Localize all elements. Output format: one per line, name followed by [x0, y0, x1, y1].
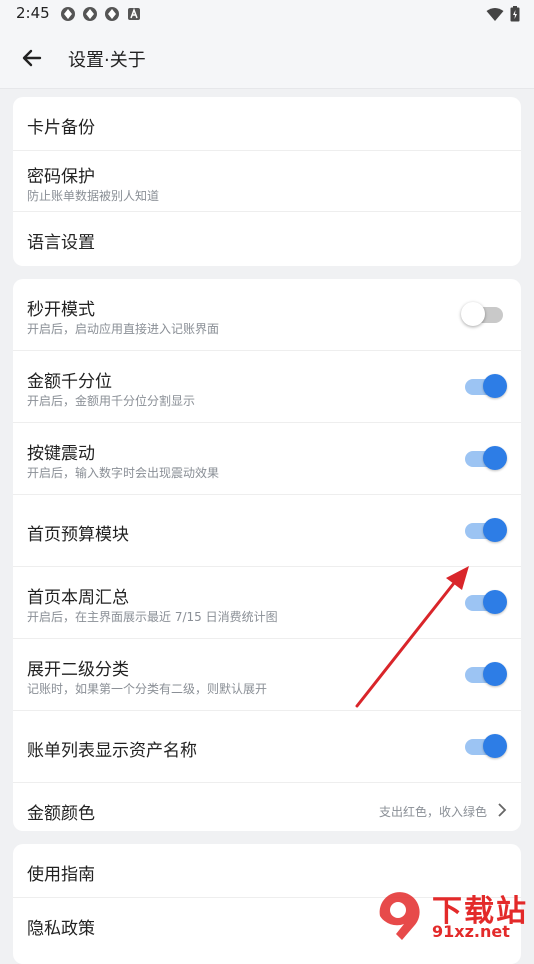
amount-color-value: 支出红色，收入绿色 — [378, 805, 487, 819]
app-notification-icon — [83, 7, 97, 21]
settings-card-general: 卡片备份 密码保护 防止账单数据被别人知道 语言设置 — [13, 97, 521, 266]
password-protection-row[interactable]: 密码保护 防止账单数据被别人知道 — [13, 151, 521, 212]
card-backup-row[interactable]: 卡片备份 — [13, 97, 521, 151]
toggle-knob — [483, 590, 507, 614]
row-subtitle: 开启后，输入数字时会出现震动效果 — [27, 466, 220, 480]
status-right — [486, 6, 520, 22]
settings-card-preferences: 秒开模式 开启后，启动应用直接进入记账界面 金额千分位 开启后，金额用千分位分割… — [13, 279, 521, 831]
toggle-knob — [483, 446, 507, 470]
row-title: 金额千分位 — [27, 372, 112, 392]
toggle-knob — [461, 302, 485, 326]
quick-open-toggle[interactable] — [461, 302, 503, 326]
thousands-separator-toggle[interactable] — [465, 374, 507, 398]
battery-icon — [510, 6, 520, 22]
toggle-knob — [483, 734, 507, 758]
row-title: 首页本周汇总 — [27, 588, 129, 608]
app-header: 设置·关于 — [0, 28, 534, 89]
app-notification-icon — [61, 7, 75, 21]
toggle-knob — [483, 662, 507, 686]
site-watermark: 下载站 91xz.net — [368, 884, 528, 946]
home-weekly-summary-row[interactable]: 首页本周汇总 开启后，在主界面展示最近 7/15 日消费统计图 — [13, 567, 521, 639]
row-subtitle: 开启后，启动应用直接进入记账界面 — [27, 322, 220, 336]
row-title: 首页预算模块 — [27, 525, 129, 545]
row-title: 金额颜色 — [27, 804, 95, 824]
row-title: 隐私政策 — [27, 919, 95, 939]
key-vibration-row[interactable]: 按键震动 开启后，输入数字时会出现震动效果 — [13, 423, 521, 495]
wifi-icon — [486, 7, 504, 21]
row-title: 展开二级分类 — [27, 660, 129, 680]
language-settings-row[interactable]: 语言设置 — [13, 212, 521, 266]
toggle-knob — [483, 518, 507, 542]
a-box-icon — [128, 7, 140, 20]
toggle-knob — [483, 374, 507, 398]
key-vibration-toggle[interactable] — [465, 446, 507, 470]
row-title: 账单列表显示资产名称 — [27, 741, 197, 761]
show-asset-name-row[interactable]: 账单列表显示资产名称 — [13, 711, 521, 783]
page-title: 设置·关于 — [68, 50, 146, 71]
expand-subcategory-toggle[interactable] — [465, 662, 507, 686]
row-subtitle: 开启后，在主界面展示最近 7/15 日消费统计图 — [27, 610, 278, 624]
row-subtitle: 开启后，金额用千分位分割显示 — [27, 394, 196, 408]
row-subtitle: 防止账单数据被别人知道 — [27, 189, 160, 203]
status-bar: 2:45 — [0, 0, 534, 28]
status-time: 2:45 — [16, 4, 50, 22]
row-subtitle: 记账时，如果第一个分类有二级，则默认展开 — [27, 682, 268, 696]
home-budget-toggle[interactable] — [465, 518, 507, 542]
notification-icons — [60, 6, 142, 22]
quick-open-mode-row[interactable]: 秒开模式 开启后，启动应用直接进入记账界面 — [13, 279, 521, 351]
thousands-separator-row[interactable]: 金额千分位 开启后，金额用千分位分割显示 — [13, 351, 521, 423]
row-title: 秒开模式 — [27, 300, 95, 320]
chevron-right-icon — [498, 803, 507, 817]
watermark-logo-icon — [379, 892, 420, 940]
row-title: 语言设置 — [27, 233, 95, 253]
expand-subcategory-row[interactable]: 展开二级分类 记账时，如果第一个分类有二级，则默认展开 — [13, 639, 521, 711]
row-title: 使用指南 — [27, 865, 95, 885]
back-arrow-icon[interactable] — [16, 44, 48, 72]
show-asset-name-toggle[interactable] — [465, 734, 507, 758]
app-notification-icon — [105, 7, 119, 21]
watermark-url: 91xz.net — [432, 922, 510, 941]
row-title: 卡片备份 — [27, 118, 95, 138]
weekly-summary-toggle[interactable] — [465, 590, 507, 614]
row-title: 按键震动 — [27, 444, 95, 464]
home-budget-module-row[interactable]: 首页预算模块 — [13, 495, 521, 567]
row-title: 密码保护 — [27, 167, 95, 187]
amount-color-row[interactable]: 金额颜色 支出红色，收入绿色 — [13, 783, 521, 831]
